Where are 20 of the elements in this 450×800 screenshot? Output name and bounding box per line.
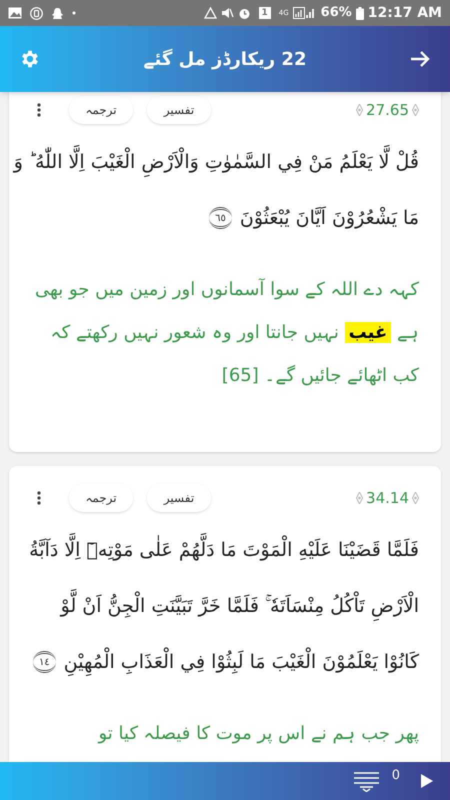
verse-reference: 27.65 [366, 100, 409, 121]
chip-button[interactable]: ترجمہ [69, 96, 133, 124]
arabic-verse-line: كَانُوْا يَعْلَمُوْنَ الْغَيْبَ مَا لَبِثُوْا فِي الْعَذَابِ الْمُهِيْنِ [64, 648, 419, 676]
ayah-number-mark: ١٤ [33, 651, 56, 673]
header-title: 22 ریکارڈز مل گئے [144, 48, 306, 72]
arabic-verse-line: الْاَرْضِ تَاْكُلُ مِنْسَاَتَهٗ ۚ فَلَمَّا خَرَّ تَبَيَّنَتِ الْجِنُّ اَنْ لَّوْ [60, 592, 419, 620]
urdu-translation: کہہ دے اللہ کے سوا آسمانوں اور زمین میں جو بھی ہے غیب نہیں جانتا اور وہ شعور نہیں رکھتے کہ کب اٹھائے جائیں گے۔ [65] [34, 277, 419, 388]
battery-percent: 66% [320, 4, 352, 22]
chip-button[interactable]: تفسیر [147, 484, 211, 512]
chip-button[interactable]: تفسیر [147, 96, 211, 124]
count-label: 0 [392, 767, 400, 785]
clock-time: 12:17 AM [368, 4, 442, 22]
ayah-number-mark: ٦٥ [209, 207, 232, 229]
arabic-verse-line: مَا يَشْعُرُوْنَ اَيَّانَ يُبْعَثُوْنَ [240, 206, 419, 231]
verse-reference: 34.14 [366, 488, 409, 509]
urdu-translation: پھر جب ہم نے اس پر موت کا فیصلہ کیا تو [96, 722, 419, 746]
arabic-verse-line: فَلَمَّا قَضَيْنَا عَلَيْهِ الْمَوْتَ مَا دَلَّهُمْ عَلٰى مَوْتِهٖٓ اِلَّا دَآبَّةُ [29, 536, 419, 564]
chip-button[interactable]: ترجمہ [69, 484, 133, 512]
sim-indicator: 1 [258, 7, 271, 19]
arabic-verse-line: قُلْ لَّا يَعْلَمُ مَنْ فِي السَّمٰوٰتِ وَالْاَرْضِ الْغَيْبَ اِلَّا اللّٰهُ ؕ وَ [14, 148, 419, 176]
